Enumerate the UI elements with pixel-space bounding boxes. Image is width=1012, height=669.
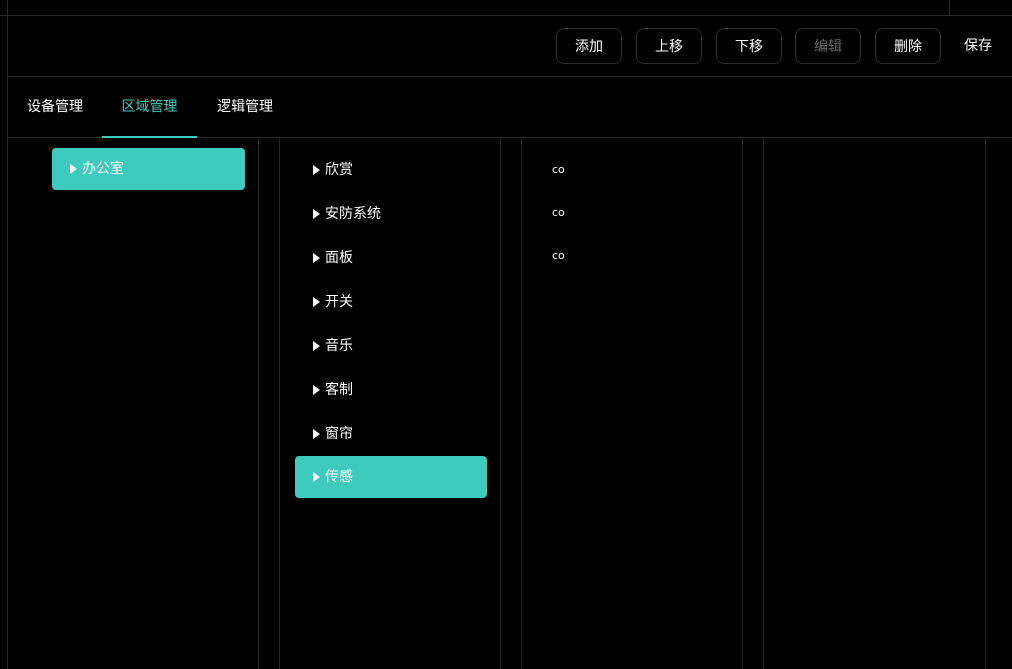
column-divider <box>763 138 764 669</box>
category-item[interactable]: 音乐 <box>295 325 487 367</box>
active-tab-indicator <box>102 136 197 138</box>
category-item[interactable]: 传感 <box>295 456 487 498</box>
device-item[interactable]: co <box>552 206 565 219</box>
column-divider <box>500 138 501 669</box>
category-item[interactable]: 欣赏 <box>295 149 487 191</box>
category-item-label: 面板 <box>325 250 353 266</box>
caret-right-icon <box>313 253 320 263</box>
move-down-button[interactable]: 下移 <box>716 28 782 64</box>
tab-logic-management[interactable]: 逻辑管理 <box>212 77 278 137</box>
category-item-label: 窗帘 <box>325 426 353 442</box>
category-item-label: 客制 <box>325 382 353 398</box>
top-right-divider <box>949 0 950 16</box>
tab-device-management[interactable]: 设备管理 <box>22 77 88 137</box>
column-divider <box>521 138 522 669</box>
caret-right-icon <box>313 297 320 307</box>
category-item[interactable]: 开关 <box>295 281 487 323</box>
column-divider <box>258 138 259 669</box>
caret-right-icon <box>313 472 320 482</box>
caret-right-icon <box>313 209 320 219</box>
area-item[interactable]: 办公室 <box>52 148 245 190</box>
caret-right-icon <box>313 385 320 395</box>
tab-area-management[interactable]: 区域管理 <box>102 77 197 137</box>
device-item[interactable]: co <box>552 163 565 176</box>
device-item[interactable]: co <box>552 249 565 262</box>
category-item[interactable]: 窗帘 <box>295 413 487 455</box>
category-item[interactable]: 客制 <box>295 369 487 411</box>
column-divider <box>279 138 280 669</box>
category-item[interactable]: 安防系统 <box>295 193 487 235</box>
category-item-label: 欣赏 <box>325 162 353 178</box>
caret-right-icon <box>313 341 320 351</box>
caret-right-icon <box>313 165 320 175</box>
category-item[interactable]: 面板 <box>295 237 487 279</box>
category-item-label: 开关 <box>325 294 353 310</box>
caret-right-icon <box>70 164 77 174</box>
category-item-label: 音乐 <box>325 338 353 354</box>
category-item-label: 传感 <box>325 469 353 485</box>
toolbar: 添加 上移 下移 编辑 删除 保存 <box>8 16 1012 76</box>
column-divider <box>985 138 986 669</box>
app-root: 添加 上移 下移 编辑 删除 保存 设备管理 区域管理 逻辑管理 办公室 欣赏 … <box>0 0 1012 669</box>
add-button[interactable]: 添加 <box>556 28 622 64</box>
move-up-button[interactable]: 上移 <box>636 28 702 64</box>
category-item-label: 安防系统 <box>325 206 381 222</box>
edit-button[interactable]: 编辑 <box>795 28 861 64</box>
left-border <box>7 0 8 669</box>
area-item-label: 办公室 <box>82 161 124 177</box>
save-button[interactable]: 保存 <box>956 28 1000 64</box>
caret-right-icon <box>313 429 320 439</box>
column-divider <box>742 138 743 669</box>
delete-button[interactable]: 删除 <box>875 28 941 64</box>
